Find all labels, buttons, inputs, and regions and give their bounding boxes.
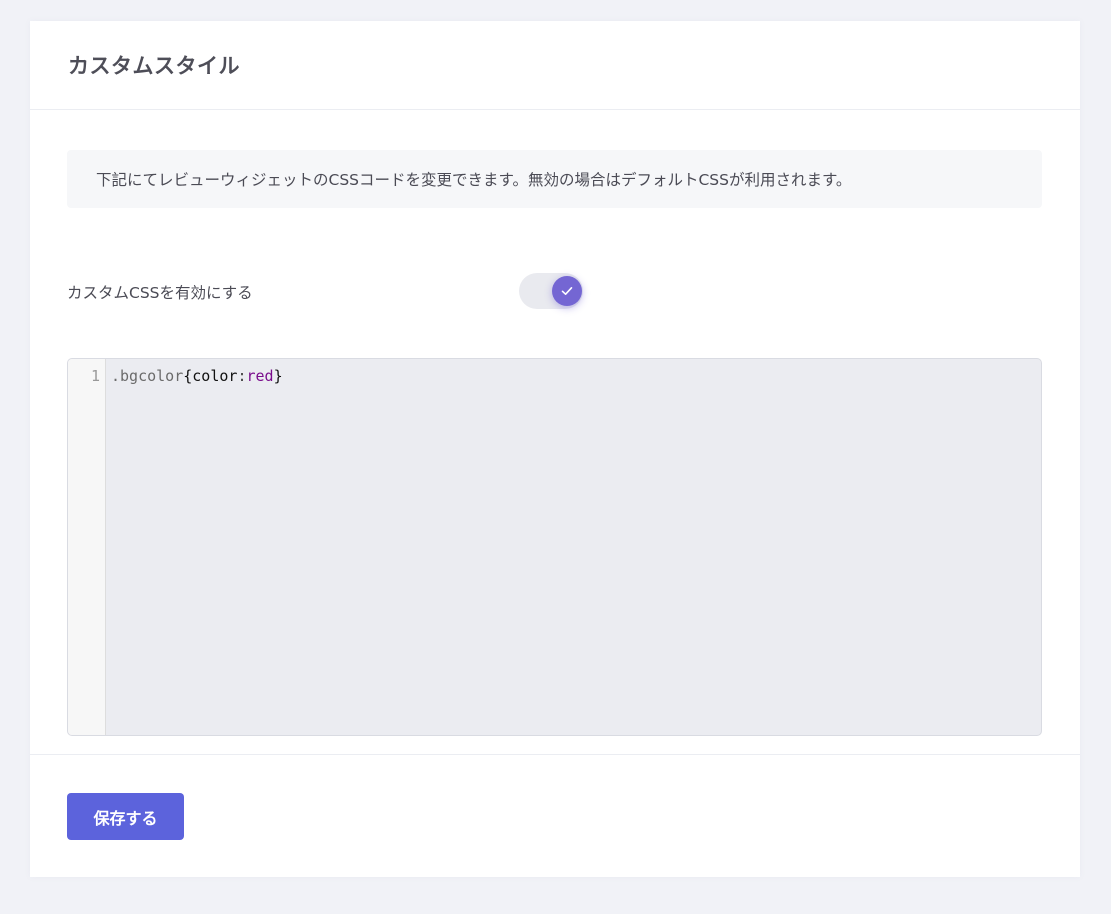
line-number: 1 (90, 367, 100, 385)
custom-css-toggle[interactable] (519, 273, 583, 309)
save-button[interactable]: 保存する (67, 793, 184, 840)
toggle-knob (552, 276, 582, 306)
code-line[interactable]: .bgcolor{color:red} (111, 367, 283, 385)
page-title: カスタムスタイル (68, 54, 240, 78)
check-icon (561, 287, 573, 295)
code-open-brace: { (183, 367, 193, 385)
code-close-brace: } (273, 367, 283, 385)
card-body: 下記にてレビューウィジェットのCSSコードを変更できます。無効の場合はデフォルト… (30, 110, 1080, 754)
code-value: red (246, 367, 274, 385)
info-notice: 下記にてレビューウィジェットのCSSコードを変更できます。無効の場合はデフォルト… (67, 150, 1042, 208)
card-header: カスタムスタイル (30, 21, 1080, 110)
css-code-editor[interactable]: 1 .bgcolor{color:red} (67, 358, 1042, 736)
code-property: color (192, 367, 238, 385)
line-number-gutter: 1 (68, 359, 106, 735)
notice-text: 下記にてレビューウィジェットのCSSコードを変更できます。無効の場合はデフォルト… (96, 171, 852, 189)
card-footer: 保存する (30, 754, 1080, 877)
code-selector: .bgcolor (111, 367, 184, 385)
custom-css-toggle-row: カスタムCSSを有効にする (67, 272, 1042, 310)
custom-css-toggle-label: カスタムCSSを有効にする (67, 284, 253, 302)
custom-style-card: カスタムスタイル 下記にてレビューウィジェットのCSSコードを変更できます。無効… (30, 21, 1080, 877)
